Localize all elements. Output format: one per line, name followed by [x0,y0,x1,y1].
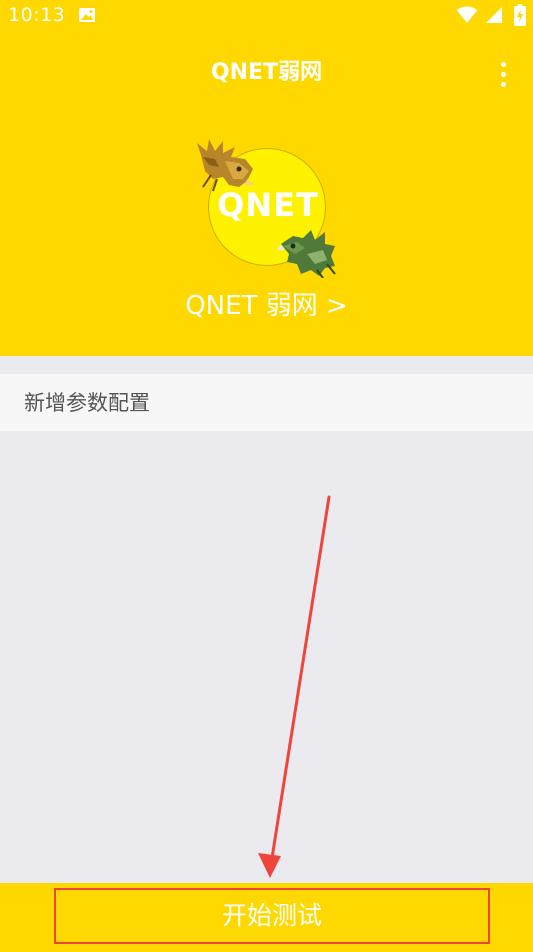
start-test-button[interactable]: 开始测试 [54,888,490,944]
add-config-label: 新增参数配置 [24,391,150,415]
app-title: QNET弱网 [210,60,323,85]
wifi-icon [456,6,478,23]
status-time: 10:13 [8,4,66,26]
green-dragon-icon [277,230,336,278]
more-vertical-icon [500,61,506,67]
battery-charging-icon [514,4,526,26]
app-header: QNET弱网 QNET QNET 弱网 > [0,30,533,356]
qnet-subtitle-link[interactable]: QNET 弱网 > [0,288,533,324]
app-logo: QNET [193,135,343,278]
signal-icon [486,7,502,23]
app-screen: 10:13 QNET弱网 QNET QNET 弱网 > 新增参数配置 开始测试 [0,0,533,952]
add-config-row[interactable]: 新增参数配置 [0,374,533,431]
more-options-button[interactable] [488,56,518,92]
bottom-bar: 开始测试 [0,883,533,952]
status-bar: 10:13 [0,0,533,30]
gallery-icon [79,8,95,22]
gold-dragon-icon [197,139,255,192]
